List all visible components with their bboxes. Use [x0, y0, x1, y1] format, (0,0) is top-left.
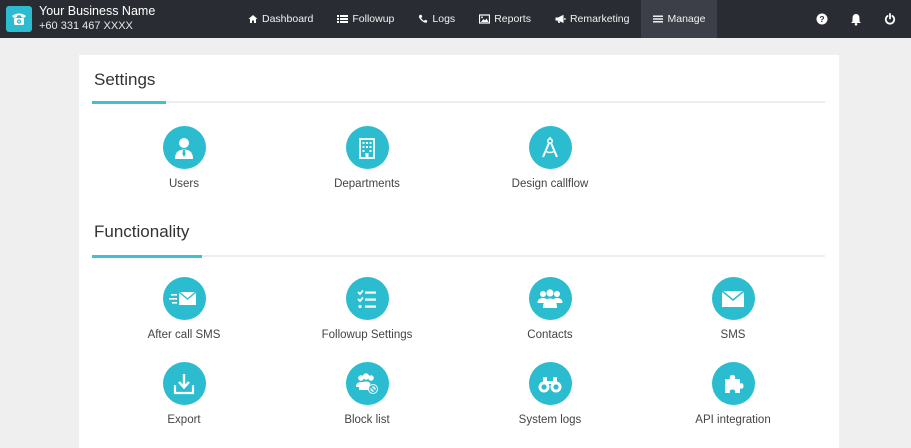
tile-api-integration[interactable]: API integration: [643, 362, 823, 426]
functionality-divider-accent: [92, 255, 202, 258]
tile-export[interactable]: Export: [94, 362, 274, 426]
tile-sms-label: SMS: [720, 329, 746, 341]
user-icon: [162, 126, 206, 169]
nav-remarketing-label: Remarketing: [569, 13, 630, 25]
nav-followup[interactable]: Followup: [325, 0, 406, 38]
nav-reports-label: Reports: [494, 13, 531, 25]
telephone-icon[interactable]: [6, 6, 32, 32]
building-icon: [345, 126, 389, 169]
tile-after-call-sms-label: After call SMS: [147, 329, 221, 341]
tile-contacts[interactable]: Contacts: [460, 277, 640, 341]
tile-followup-settings[interactable]: Followup Settings: [277, 277, 457, 341]
envelope-icon: [711, 277, 755, 320]
tile-followup-settings-label: Followup Settings: [321, 329, 413, 341]
tile-system-logs[interactable]: System logs: [460, 362, 640, 426]
manage-panel: Settings Users Departments Design callfl…: [79, 55, 839, 448]
tile-design-callflow[interactable]: Design callflow: [460, 126, 640, 190]
tile-export-label: Export: [167, 414, 201, 426]
tile-block-list[interactable]: Block list: [277, 362, 457, 426]
list-icon: [337, 15, 349, 23]
functionality-heading: Functionality: [94, 222, 190, 241]
compass-icon: [528, 126, 572, 169]
tile-users-label: Users: [168, 178, 200, 190]
nav-followup-label: Followup: [352, 13, 395, 25]
main-nav: Dashboard Followup Logs Reports Remarket…: [236, 0, 718, 38]
tile-block-list-label: Block list: [344, 414, 390, 426]
checklist-icon: [345, 277, 389, 320]
tile-after-call-sms[interactable]: After call SMS: [94, 277, 274, 341]
settings-divider: [92, 101, 825, 103]
svg-text:?: ?: [819, 14, 824, 24]
nav-dashboard-label: Dashboard: [262, 13, 314, 25]
business-phone: +60 331 467 XXXX: [39, 20, 133, 32]
tile-users[interactable]: Users: [94, 126, 274, 190]
nav-manage-label: Manage: [667, 13, 706, 25]
tile-design-callflow-label: Design callflow: [511, 178, 589, 190]
tile-departments-label: Departments: [334, 178, 400, 190]
bars-icon: [653, 15, 664, 23]
tile-sms[interactable]: SMS: [643, 277, 823, 341]
tile-contacts-label: Contacts: [527, 329, 573, 341]
nav-logs-label: Logs: [432, 13, 456, 25]
settings-divider-accent: [92, 101, 166, 104]
nav-manage[interactable]: Manage: [641, 0, 718, 38]
top-icons: ?: [815, 0, 897, 38]
tile-api-integration-label: API integration: [695, 414, 771, 426]
nav-reports[interactable]: Reports: [467, 0, 543, 38]
puzzle-icon: [711, 362, 755, 405]
download-icon: [162, 362, 206, 405]
block-users-icon: [345, 362, 389, 405]
nav-remarketing[interactable]: Remarketing: [543, 0, 642, 38]
tile-departments[interactable]: Departments: [277, 126, 457, 190]
image-icon: [479, 14, 491, 24]
group-icon: [528, 277, 572, 320]
top-navbar: Your Business Name +60 331 467 XXXX Dash…: [0, 0, 911, 38]
binoculars-icon: [528, 362, 572, 405]
phone-icon: [419, 14, 428, 23]
settings-heading: Settings: [94, 70, 156, 89]
power-icon[interactable]: [883, 12, 897, 26]
nav-logs[interactable]: Logs: [406, 0, 467, 38]
tile-system-logs-label: System logs: [518, 414, 582, 426]
bullhorn-icon: [555, 14, 566, 23]
bell-icon[interactable]: [849, 12, 863, 26]
home-icon: [248, 15, 258, 23]
fast-mail-icon: [162, 277, 206, 320]
nav-dashboard[interactable]: Dashboard: [236, 0, 325, 38]
help-icon[interactable]: ?: [815, 12, 829, 26]
business-name: Your Business Name: [39, 4, 156, 18]
